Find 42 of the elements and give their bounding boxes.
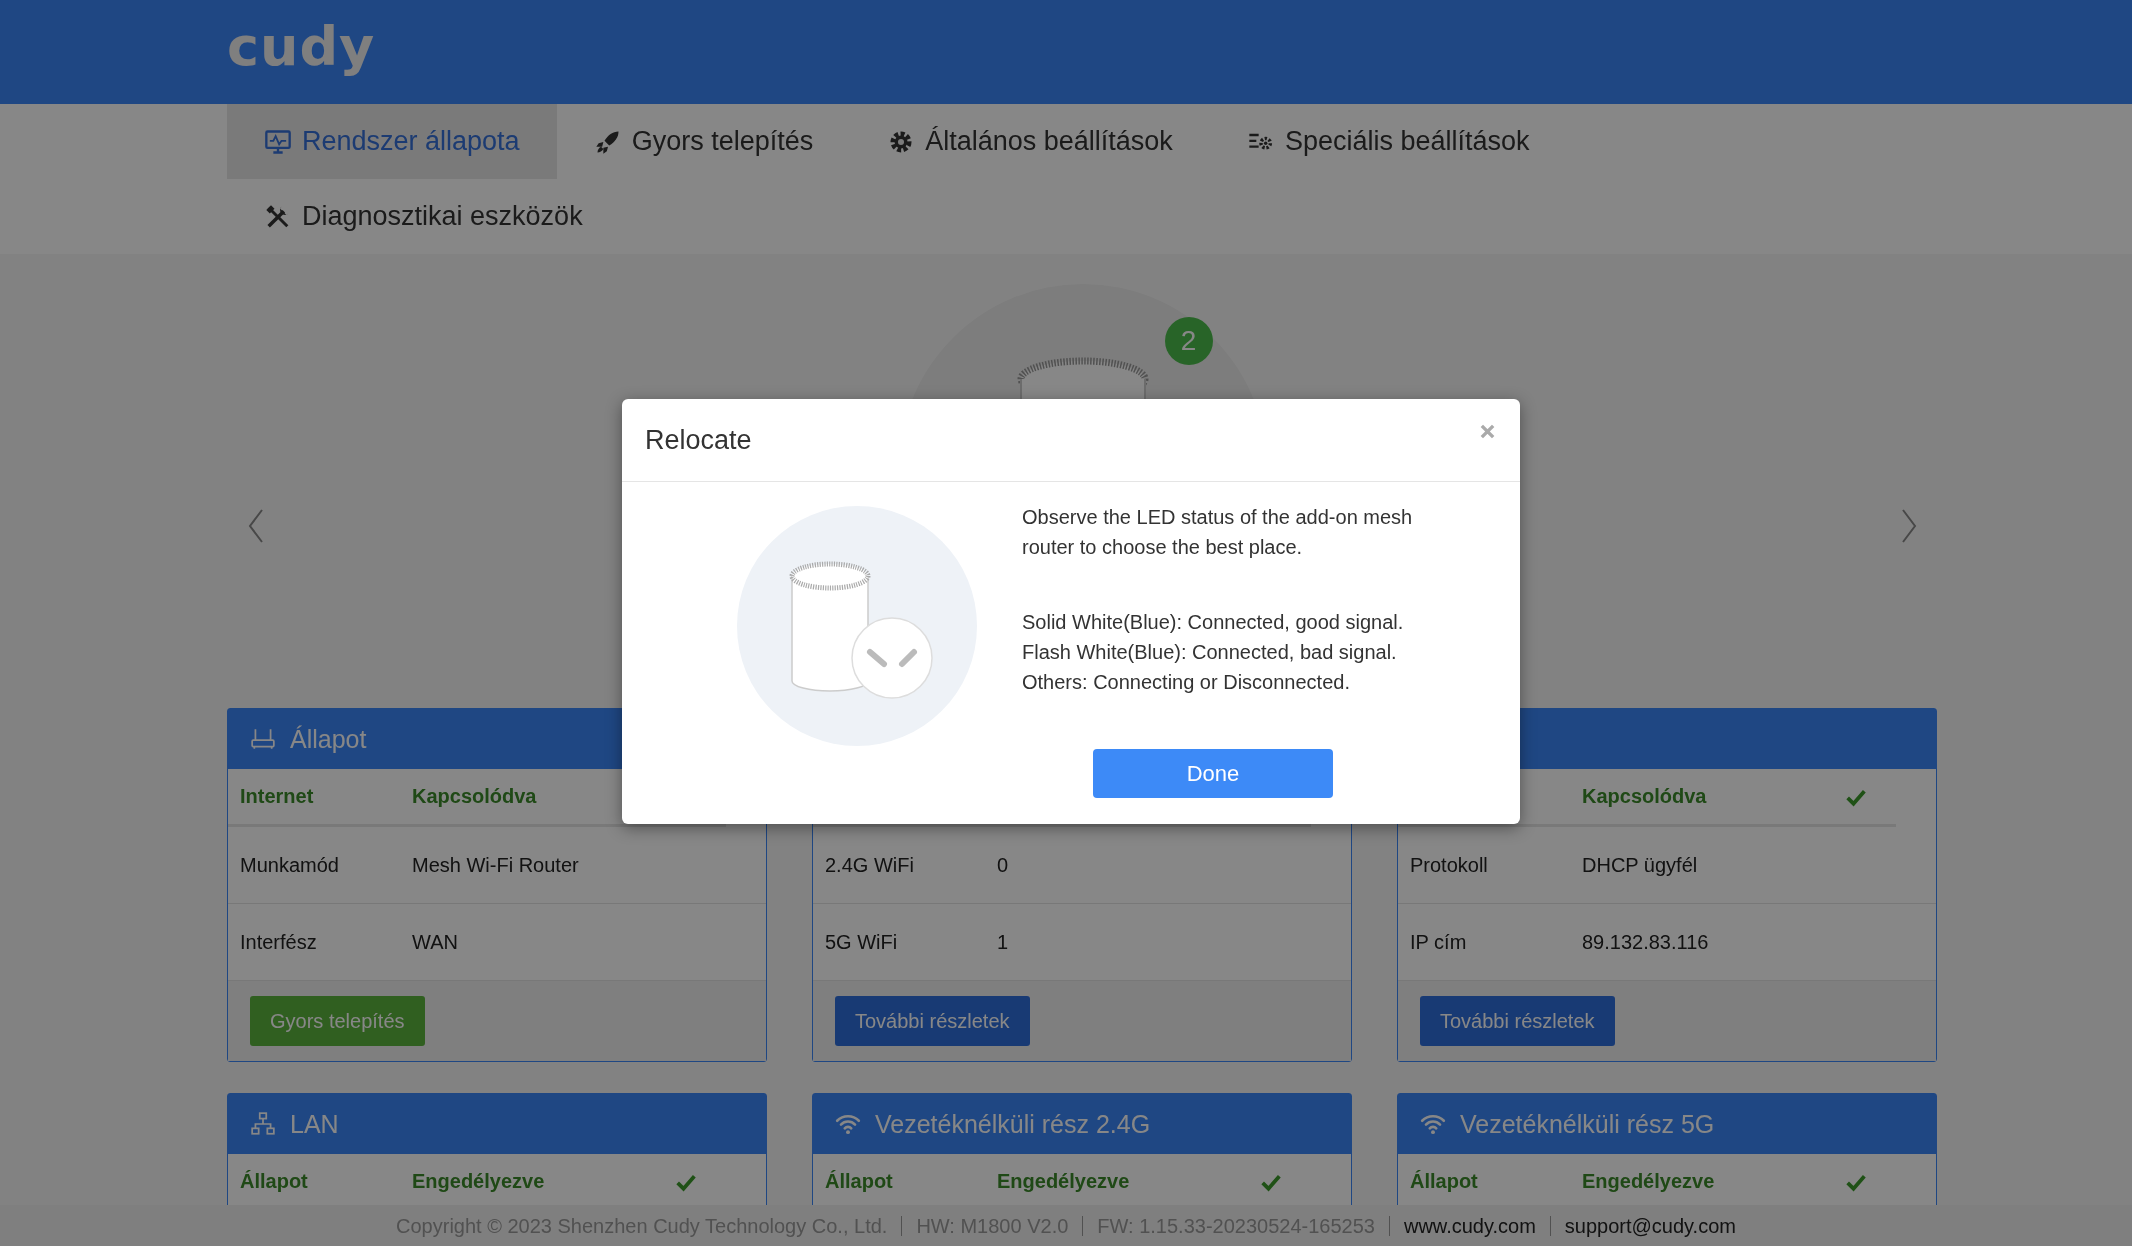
close-icon[interactable]	[1479, 423, 1496, 440]
row-value: Mesh Wi-Fi Router	[412, 853, 579, 876]
nav-tab[interactable]: Speciális beállítások	[1209, 104, 1567, 179]
row-label: 2.4G WiFi	[825, 853, 914, 876]
card-title: Vezetéknélküli rész 5G	[1460, 1109, 1715, 1139]
monitor-icon	[264, 127, 292, 156]
row-value: Engedélyezve	[412, 1170, 545, 1192]
done-button[interactable]: Done	[1093, 749, 1333, 798]
row-label: Protokoll	[1410, 853, 1488, 876]
row-label: 5G WiFi	[825, 930, 898, 953]
footer-link[interactable]: support@cudy.com	[1549, 1215, 1750, 1236]
network-icon	[250, 1111, 276, 1137]
card-title: Vezetéknélküli rész 2.4G	[875, 1109, 1151, 1139]
modal-text: Observe the LED status of the add-on mesh router to choose the best place.	[1022, 505, 1413, 560]
nav-tab[interactable]: Általános beállítások	[850, 104, 1210, 179]
row-label: Állapot	[825, 1170, 893, 1192]
row-value: DHCP ügyfél	[1582, 853, 1698, 876]
row-label: Internet	[240, 785, 314, 807]
row-value: WAN	[412, 930, 458, 953]
modal-text: Solid White(Blue): Connected, good signal. Flash White(Blue): Connected, bad signal. Others: Connecting or Disconnected.	[1022, 610, 1405, 695]
row-label: Interfész	[240, 930, 317, 953]
row-value: Engedélyezve	[997, 1170, 1130, 1192]
footer-link[interactable]: www.cudy.com	[1388, 1215, 1550, 1236]
nav-tab[interactable]: Diagnosztikai eszközök	[227, 179, 620, 254]
card-title: LAN	[290, 1109, 339, 1139]
row-label: Állapot	[1410, 1170, 1478, 1192]
row-value: 1	[997, 930, 1009, 953]
row-value: Kapcsolódva	[412, 785, 537, 807]
row-value: Kapcsolódva	[1582, 785, 1707, 807]
card-button[interactable]: További részletek	[1420, 996, 1615, 1046]
router-icon	[250, 726, 276, 752]
card-title: Állapot	[290, 724, 367, 754]
row-value: 0	[997, 853, 1009, 876]
row-value: 89.132.83.116	[1582, 930, 1709, 953]
card-button[interactable]: További részletek	[835, 996, 1030, 1046]
row-label: Munkamód	[240, 853, 339, 876]
modal-title: Relocate	[645, 424, 752, 456]
nav-tab[interactable]: Gyors telepítés	[556, 104, 851, 179]
row-label: IP cím	[1410, 930, 1467, 953]
row-label: Állapot	[240, 1170, 308, 1192]
row-value: Engedélyezve	[1582, 1170, 1715, 1192]
nav-tab[interactable]: Rendszer állapota	[227, 104, 557, 179]
